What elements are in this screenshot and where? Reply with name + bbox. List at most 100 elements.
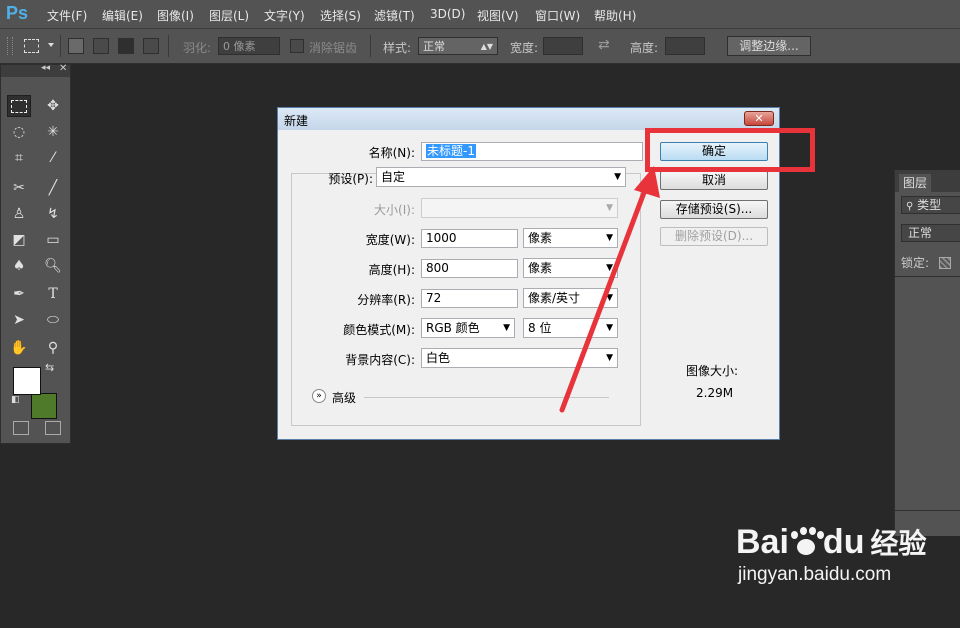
brush-tool-icon[interactable]: ╱ — [41, 177, 65, 199]
antialias-checkbox[interactable] — [290, 39, 304, 53]
dialog-body: 名称(N): 未标题-1 预设(P): 自定 ▼ 大小(I): ▼ 宽度(W):… — [278, 130, 779, 439]
image-size-value: 2.29M — [696, 386, 734, 400]
new-selection-icon[interactable] — [68, 38, 84, 54]
menu-image[interactable]: 图像(I) — [157, 7, 194, 24]
menu-view[interactable]: 视图(V) — [477, 7, 519, 24]
tab-layers[interactable]: 图层 — [899, 174, 931, 192]
search-icon: ⚲ — [906, 201, 914, 212]
history-brush-tool-icon[interactable]: ↯ — [41, 203, 65, 225]
pen-tool-icon[interactable]: ✒ — [7, 283, 31, 305]
foreground-color-swatch[interactable] — [13, 367, 41, 395]
cancel-button[interactable]: 取消 — [660, 171, 768, 190]
width-input[interactable] — [543, 37, 583, 55]
resolution-input[interactable]: 72 — [421, 289, 518, 308]
paw-logo-icon — [789, 527, 824, 557]
marquee-tool-preset-icon[interactable] — [24, 39, 39, 53]
divider — [895, 276, 960, 277]
width-input[interactable]: 1000 — [421, 229, 518, 248]
magic-wand-tool-icon[interactable]: ✳ — [41, 121, 65, 143]
menu-type[interactable]: 文字(Y) — [264, 7, 305, 24]
height-label: 高度(H): — [368, 263, 415, 277]
updown-arrow-icon: ▲▼ — [480, 42, 493, 51]
ellipse-tool-icon[interactable]: ⬭ — [41, 309, 65, 331]
advanced-label[interactable]: 高级 — [332, 389, 356, 406]
close-icon: ✕ — [754, 112, 764, 125]
name-input[interactable]: 未标题-1 — [421, 142, 643, 161]
watermark-jingyan: 经验 — [870, 528, 927, 559]
background-label: 背景内容(C): — [345, 353, 415, 367]
toolbox-header[interactable]: ◂◂ ✕ — [1, 63, 70, 77]
toolbox: ◂◂ ✕ ✥ ◌ ✳ ⌗ ⁄ ✂ ╱ ♙ ↯ ◩ ▭ ♠ 🔍︎ ✒ T ➤ ⬭ … — [0, 63, 71, 444]
height-label: 高度: — [630, 41, 659, 55]
height-input[interactable]: 800 — [421, 259, 518, 278]
name-label: 名称(N): — [368, 146, 415, 160]
layer-filter-select[interactable]: ⚲ 类型 — [901, 196, 960, 214]
style-label: 样式: — [383, 41, 412, 55]
quick-mask-icon[interactable] — [13, 421, 29, 435]
color-mode-select[interactable]: RGB 颜色 ▼ — [421, 318, 515, 338]
intersect-selection-icon[interactable] — [143, 38, 159, 54]
menu-3d[interactable]: 3D(D) — [430, 7, 465, 21]
width-unit-value: 像素 — [528, 231, 553, 245]
menu-select[interactable]: 选择(S) — [320, 7, 361, 24]
close-icon[interactable]: ✕ — [59, 63, 67, 74]
rectangular-marquee-tool-icon[interactable] — [7, 95, 31, 117]
preset-select-value: 自定 — [381, 170, 406, 184]
screen-mode-icon[interactable] — [45, 421, 61, 435]
dialog-title: 新建 — [284, 114, 309, 128]
background-color-swatch[interactable] — [31, 393, 57, 419]
menu-bar: Ps 文件(F) 编辑(E) 图像(I) 图层(L) 文字(Y) 选择(S) 滤… — [0, 0, 960, 28]
menu-edit[interactable]: 编辑(E) — [102, 7, 143, 24]
collapse-icon[interactable]: ◂◂ — [41, 63, 50, 73]
zoom-tool-icon[interactable]: ⚲ — [41, 337, 65, 359]
grip-handle-icon[interactable] — [7, 37, 13, 55]
type-tool-icon[interactable]: T — [41, 283, 65, 305]
eyedropper-tool-icon[interactable]: ⁄ — [41, 147, 65, 169]
style-select[interactable]: 正常 ▲▼ — [418, 37, 498, 55]
annotation-arrow-icon — [559, 166, 660, 413]
menu-window[interactable]: 窗口(W) — [535, 7, 580, 24]
dialog-titlebar[interactable]: 新建 ✕ — [278, 108, 779, 130]
eraser-tool-icon[interactable]: ◩ — [7, 229, 31, 251]
swap-arrows-icon[interactable]: ⇄ — [598, 37, 610, 53]
photoshop-logo: Ps — [6, 3, 29, 23]
menu-filter[interactable]: 滤镜(T) — [374, 7, 415, 24]
divider — [60, 35, 61, 57]
swap-colors-icon[interactable]: ⇆ — [45, 361, 54, 374]
healing-brush-tool-icon[interactable]: ✂ — [7, 177, 31, 199]
chevron-down-icon[interactable] — [48, 43, 54, 47]
dialog-close-button[interactable]: ✕ — [744, 111, 774, 126]
menu-layer[interactable]: 图层(L) — [209, 7, 249, 24]
dodge-tool-icon[interactable]: 🔍︎ — [41, 255, 65, 277]
save-preset-button[interactable]: 存储预设(S)... — [660, 200, 768, 219]
path-selection-tool-icon[interactable]: ➤ — [7, 309, 31, 331]
height-input[interactable] — [665, 37, 705, 55]
layers-panel: 图层 ⚲ 类型 正常 锁定: — [894, 170, 960, 536]
watermark-du: du — [822, 523, 865, 561]
add-to-selection-icon[interactable] — [93, 38, 109, 54]
lasso-tool-icon[interactable]: ◌ — [7, 121, 31, 143]
gradient-tool-icon[interactable]: ▭ — [41, 229, 65, 251]
blur-tool-icon[interactable]: ♠ — [7, 255, 31, 277]
divider — [370, 35, 371, 57]
feather-label: 羽化: — [183, 41, 212, 55]
refine-edge-button[interactable]: 调整边缘... — [727, 36, 811, 56]
crop-tool-icon[interactable]: ⌗ — [7, 147, 31, 169]
blend-mode-select[interactable]: 正常 — [901, 224, 960, 242]
delete-preset-button[interactable]: 删除预设(D)... — [660, 227, 768, 246]
feather-input[interactable]: 0 像素 — [218, 37, 280, 55]
name-input-value: 未标题-1 — [426, 144, 476, 158]
move-tool-icon[interactable]: ✥ — [41, 95, 65, 117]
default-colors-icon[interactable]: ◧ — [11, 395, 20, 405]
menu-help[interactable]: 帮助(H) — [594, 7, 636, 24]
menu-file[interactable]: 文件(F) — [47, 7, 87, 24]
width-label: 宽度: — [510, 41, 539, 55]
style-select-value: 正常 — [423, 40, 445, 53]
hand-tool-icon[interactable]: ✋ — [7, 337, 31, 359]
background-value: 白色 — [426, 351, 451, 365]
subtract-from-selection-icon[interactable] — [118, 38, 134, 54]
image-size-label: 图像大小: — [686, 364, 739, 378]
clone-stamp-tool-icon[interactable]: ♙ — [7, 203, 31, 225]
expand-advanced-icon[interactable]: » — [312, 389, 326, 403]
lock-transparent-icon[interactable] — [939, 257, 951, 269]
